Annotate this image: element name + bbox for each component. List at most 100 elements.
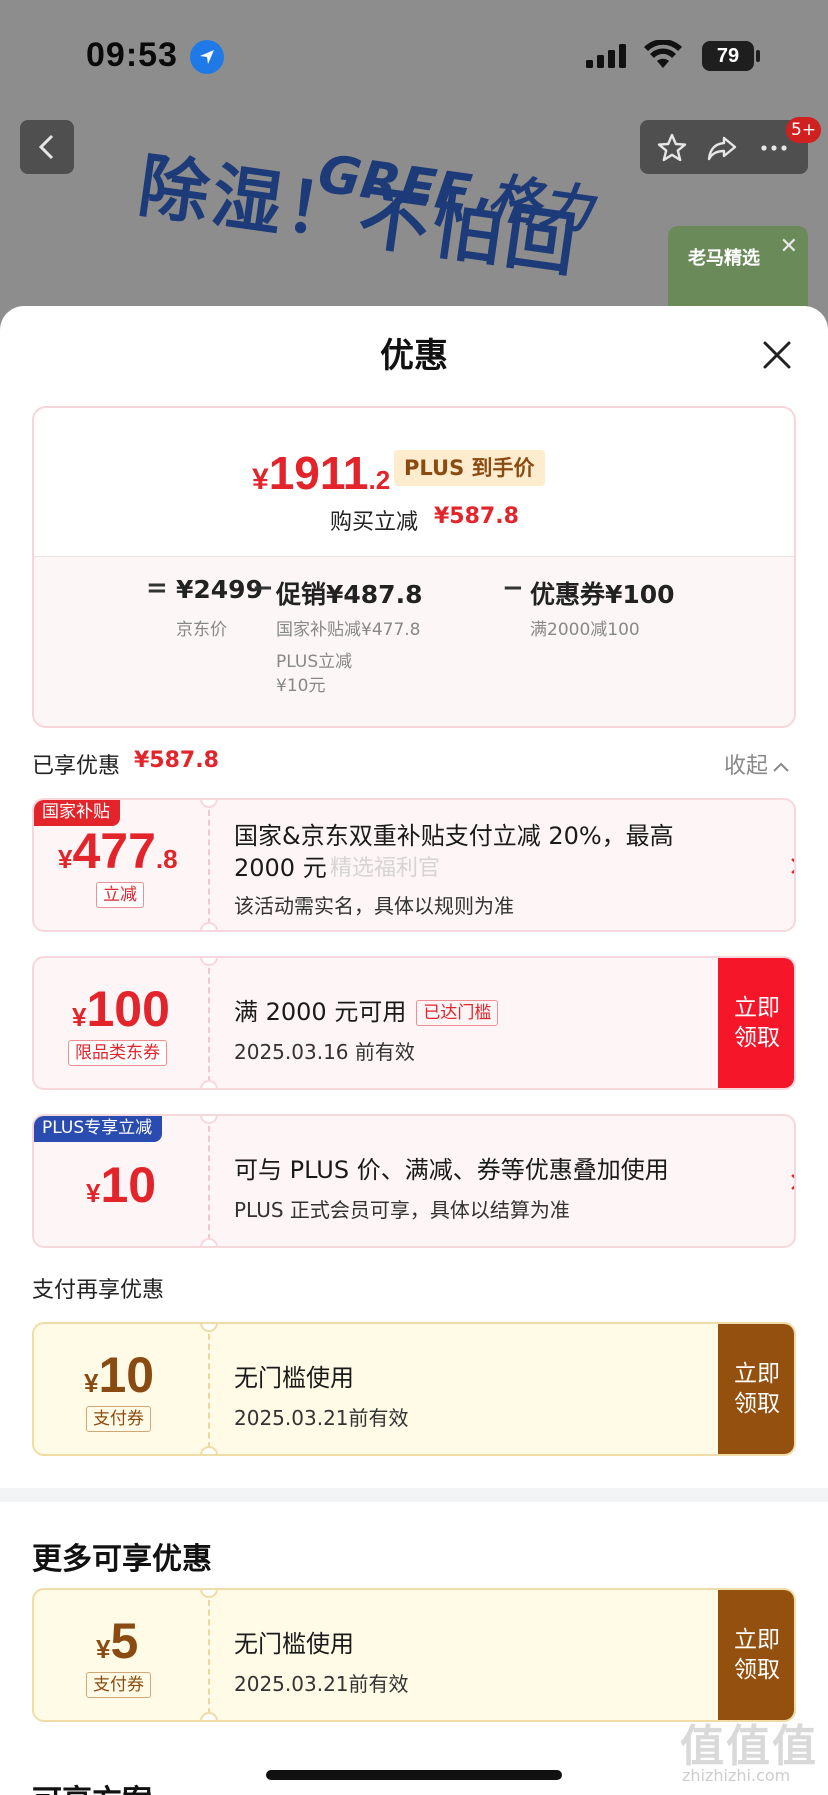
jd-coupon-card: ¥100 限品类东券 满 2000 元可用 已达门槛 2025.03.16 前有效…: [32, 956, 796, 1090]
claim-coupon-button[interactable]: 立即 领取: [718, 958, 794, 1088]
status-bar: 09:53 79: [0, 0, 828, 110]
coupon-threshold-line: 满2000减100: [530, 620, 640, 640]
chevron-up-icon: [773, 762, 789, 772]
coupon-notch: [200, 1590, 218, 1598]
amount-integer: 10: [98, 1347, 155, 1403]
enjoyed-discount-value: ¥587.8: [134, 748, 219, 773]
amount-integer: 10: [100, 1157, 157, 1213]
final-price: ¥1911.2: [252, 446, 390, 500]
home-indicator[interactable]: [266, 1770, 562, 1780]
amount-integer: 5: [110, 1613, 139, 1669]
coupon-type-tag: 限品类东券: [68, 1040, 167, 1066]
currency-symbol: ¥: [84, 1368, 99, 1398]
currency-symbol: ¥: [86, 1178, 101, 1208]
plus-discount-line: PLUS立减: [276, 652, 353, 672]
cellular-signal-icon: [586, 44, 626, 68]
coupon-notch: [200, 800, 218, 808]
plus-price-tag: PLUS 到手价: [394, 450, 545, 486]
status-time: 09:53: [86, 36, 178, 74]
coupon-title: 无门槛使用: [234, 1630, 354, 1658]
coupon-notch: [200, 1712, 218, 1720]
coupon-notch: [200, 958, 218, 966]
coupon-notch: [200, 1116, 218, 1124]
share-icon[interactable]: [706, 132, 738, 164]
coupon-title: 国家&京东双重补贴支付立减 20%，最高: [234, 822, 674, 850]
coupon-divider: [208, 1324, 210, 1454]
section-separator: [0, 1488, 828, 1502]
product-page-background: 09:53 79 5+ 除湿！不怕回 GREE 格力 老马精选 ✕: [0, 0, 828, 340]
location-arrow-icon: [190, 40, 224, 74]
final-price-integer: 1911: [268, 447, 369, 499]
collapse-button[interactable]: 收起: [724, 748, 790, 780]
coupon-notch: [200, 1324, 218, 1332]
promo-thumbnail-title: 老马精选: [688, 248, 760, 269]
top-actions: [640, 120, 808, 174]
pay-coupon-card: ¥10 支付券 无门槛使用 2025.03.21前有效 立即 领取: [32, 1322, 796, 1456]
coupon-amount: ¥10: [86, 1156, 156, 1214]
coupon-value: 优惠券¥100: [530, 580, 675, 609]
coupon-divider: [208, 1116, 210, 1246]
claim-coupon-button[interactable]: 立即 领取: [718, 1590, 794, 1720]
pay-section-label: 支付再享优惠: [32, 1278, 165, 1303]
coupon-amount: ¥5: [96, 1612, 138, 1670]
currency-symbol: ¥: [72, 1002, 87, 1032]
equals-sign: =: [146, 573, 168, 603]
coupon-type-tag: 立减: [96, 882, 144, 908]
collapse-label: 收起: [724, 754, 769, 779]
coupon-divider: [208, 958, 210, 1088]
chevron-right-icon: [791, 858, 794, 874]
plus-discount-card[interactable]: PLUS专享立减 ¥10 可与 PLUS 价、满减、券等优惠叠加使用 PLUS …: [32, 1114, 796, 1248]
coupon-notch: [200, 1446, 218, 1454]
currency-symbol: ¥: [58, 844, 73, 874]
watermark-text: 精选福利官: [330, 856, 441, 881]
coupon-note: PLUS 正式会员可享，具体以结算为准: [234, 1198, 570, 1222]
next-section-heading: 可享方案: [32, 1776, 152, 1795]
coupon-expiry: 2025.03.16 前有效: [234, 1040, 415, 1064]
message-count-badge: 5+: [786, 117, 822, 143]
claim-coupon-button[interactable]: 立即 领取: [718, 1324, 794, 1454]
jd-price-label: 京东价: [176, 620, 227, 640]
more-offers-heading: 更多可享优惠: [32, 1542, 212, 1577]
coupon-title: 无门槛使用: [234, 1364, 354, 1392]
enjoyed-discount-label: 已享优惠: [32, 754, 121, 779]
favorite-star-icon[interactable]: [656, 132, 688, 164]
coupon-title-cont: 2000 元: [234, 854, 327, 882]
instant-discount-value: ¥587.8: [434, 504, 519, 529]
national-subsidy-line: 国家补贴减¥477.8: [276, 620, 421, 640]
amount-integer: 477: [72, 823, 156, 879]
chevron-left-icon: [38, 134, 54, 160]
coupon-expiry: 2025.03.21前有效: [234, 1672, 409, 1696]
coupon-type-tag: 支付券: [86, 1406, 151, 1432]
plus-exclusive-tag: PLUS专享立减: [34, 1116, 163, 1142]
minus-sign: −: [502, 573, 524, 603]
instant-discount-label: 购买立减: [330, 510, 419, 535]
coupon-amount: ¥10: [84, 1346, 154, 1404]
pay-coupon-card: ¥5 支付券 无门槛使用 2025.03.21前有效 立即领取: [32, 1588, 796, 1722]
minus-sign: −: [252, 573, 274, 603]
threshold-met-tag: 已达门槛: [416, 1000, 499, 1026]
more-icon[interactable]: [758, 132, 790, 164]
promo-value: 促销¥487.8: [276, 580, 423, 609]
battery-icon: 79: [702, 41, 754, 71]
coupon-title: 可与 PLUS 价、满减、券等优惠叠加使用: [234, 1156, 669, 1184]
final-price-currency: ¥: [252, 463, 269, 496]
currency-symbol: ¥: [96, 1634, 111, 1664]
coupon-notch: [200, 922, 218, 930]
back-button[interactable]: [20, 120, 74, 174]
battery-tip: [756, 50, 760, 62]
final-price-decimal: .2: [368, 465, 391, 495]
chevron-right-icon: [791, 1174, 794, 1190]
coupon-notch: [200, 1080, 218, 1088]
close-button[interactable]: [758, 336, 796, 374]
sheet-title: 优惠: [380, 336, 448, 376]
coupon-note: 该活动需实名，具体以规则为准: [234, 894, 514, 918]
claim-label-line1: 立即: [734, 1627, 780, 1653]
site-watermark-domain: zhizhizhi.com: [682, 1766, 791, 1785]
close-icon[interactable]: ✕: [780, 234, 798, 259]
price-summary-card: ¥1911.2 PLUS 到手价 购买立减 ¥587.8 = ¥2499 京东价…: [32, 406, 796, 728]
coupon-title-text: 满 2000 元可用: [234, 998, 407, 1026]
coupon-type-tag: 支付券: [86, 1672, 151, 1698]
claim-label-line2: 领取: [734, 1657, 780, 1683]
coupon-notch: [200, 1238, 218, 1246]
wifi-icon: [644, 40, 682, 68]
